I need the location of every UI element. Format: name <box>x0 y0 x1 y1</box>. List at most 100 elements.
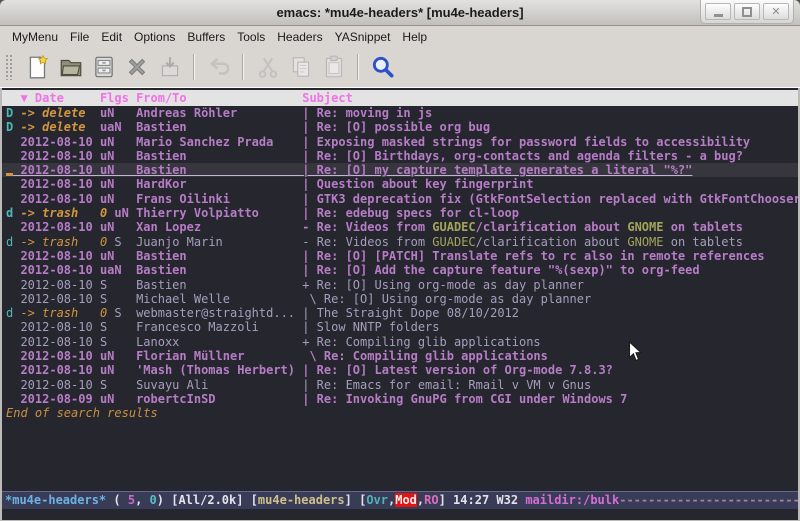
seg-from: robertcInSD <box>136 392 302 406</box>
message-row[interactable]: d -> trash 0 S Juanjo Marin - Re: Videos… <box>2 235 798 249</box>
seg-subj: | Re: [O] Latest version of Org-mode 7.8… <box>302 363 613 377</box>
message-row[interactable]: 2012-08-09 uN robertcInSD | Re: Invoking… <box>2 392 798 406</box>
menu-yasnippet[interactable]: YASnippet <box>329 28 397 46</box>
message-row[interactable]: 2012-08-10 uN Frans Oilinki | GTK3 depre… <box>2 192 798 206</box>
close-button[interactable] <box>763 3 789 20</box>
seg-mark: d <box>6 235 20 249</box>
seg-mark <box>6 292 20 306</box>
seg-from: Bastien <box>136 120 302 134</box>
seg-subj: | Re: [O] Add the capture feature "%(sex… <box>302 263 699 277</box>
seg-hdr: ▼ Date <box>20 91 99 105</box>
toolbar-separator <box>193 54 195 80</box>
new-file-icon[interactable] <box>22 52 53 83</box>
seg-action: -> trash <box>20 235 99 249</box>
seg-subj: | Question about key fingerprint <box>302 177 533 191</box>
seg-teal: Ovr <box>366 493 388 507</box>
message-row[interactable]: d -> trash 0 uN Thierry Volpiatto | Re: … <box>2 206 798 220</box>
maximize-button[interactable] <box>734 3 760 20</box>
emacs-frame: ▼ Date Flgs From/To Subject D -> delete … <box>0 88 800 521</box>
seg-mark <box>6 378 20 392</box>
seg-flags: uN <box>100 363 136 377</box>
echo-area[interactable] <box>2 509 798 520</box>
message-row[interactable]: D -> delete uN Andreas Röhler | Re: movi… <box>2 106 798 120</box>
seg-date: 2012-08-10 <box>20 378 99 392</box>
save-buffer-icon[interactable] <box>88 52 119 83</box>
message-row[interactable]: 2012-08-10 uN Bastien | Re: [O] Birthday… <box>2 149 798 163</box>
seg-flags: uN <box>100 106 136 120</box>
seg-subj: + Re: Compiling glib applications <box>302 335 540 349</box>
seg-date: 2012-08-10 <box>20 220 99 234</box>
seg-subj: | Slow NNTP folders <box>302 320 439 334</box>
message-row[interactable]: D -> delete uaN Bastien | Re: [O] possib… <box>2 120 798 134</box>
modeline: *mu4e-headers* ( 5, 0) [All/2.0k] [mu4e-… <box>2 491 798 509</box>
seg-date: 2012-08-10 <box>20 292 99 306</box>
seg-from: HardKor <box>136 177 302 191</box>
titlebar[interactable]: emacs: *mu4e-headers* [mu4e-headers] <box>0 0 800 26</box>
message-row[interactable]: 2012-08-10 uN Bastien | Re: [O] [PATCH] … <box>2 249 798 263</box>
seg-mark <box>6 392 20 406</box>
message-row[interactable]: 2012-08-10 S Francesco Mazzoli | Slow NN… <box>2 320 798 334</box>
toolbar-grip-handle[interactable] <box>5 54 14 80</box>
menu-buffers[interactable]: Buffers <box>181 28 231 46</box>
message-row[interactable]: 2012-08-10 uN 'Mash (Thomas Herbert) | R… <box>2 363 798 377</box>
seg-action: -> trash <box>20 306 99 320</box>
message-row-current[interactable]: 2012-08-10 uN Bastien | Re: [O] my captu… <box>2 163 798 177</box>
seg-action: 0 <box>100 235 114 249</box>
seg-from: Mario Sanchez Prada <box>136 135 302 149</box>
seg-mark <box>6 278 20 292</box>
seg-maildir: maildir:/bulk <box>525 493 619 507</box>
seg-flags: S <box>100 278 136 292</box>
toolbar-separator <box>357 54 359 80</box>
open-folder-icon[interactable] <box>55 52 86 83</box>
emacs-window: emacs: *mu4e-headers* [mu4e-headers] MyM… <box>0 0 800 521</box>
seg-subj: | Re: Invoking GnuPG from CGI under Wind… <box>302 392 627 406</box>
menu-mymenu[interactable]: MyMenu <box>6 28 64 46</box>
message-row[interactable]: 2012-08-10 uN Xan Lopez - Re: Videos fro… <box>2 220 798 234</box>
seg-subj: | Re: Emacs for email: Rmail v VM v Gnus <box>302 378 591 392</box>
menu-options[interactable]: Options <box>128 28 181 46</box>
seg-date: 2012-08-10 <box>20 363 99 377</box>
end-of-results-text: End of search results <box>2 406 798 421</box>
menu-file[interactable]: File <box>64 28 95 46</box>
message-row[interactable]: 2012-08-10 uN Florian Müllner \ Re: Comp… <box>2 349 798 363</box>
seg-flags: uN <box>100 392 136 406</box>
message-row[interactable]: 2012-08-10 S Michael Welle \ Re: [O] Usi… <box>2 292 798 306</box>
seg-subj: | Re: [O] [PATCH] Translate refs to rc a… <box>302 249 764 263</box>
seg-flags: S <box>100 320 136 334</box>
message-row[interactable]: 2012-08-10 S Suvayu Ali | Re: Emacs for … <box>2 378 798 392</box>
seg-from: 'Mash (Thomas Herbert) <box>136 363 302 377</box>
seg-flags: uaN <box>100 263 136 277</box>
menu-edit[interactable]: Edit <box>95 28 128 46</box>
seg-date: 2012-08-10 <box>20 177 99 191</box>
seg-hdr: Flgs <box>100 91 136 105</box>
seg-mark <box>6 335 20 349</box>
seg-subj: /clarification about <box>476 220 628 234</box>
seg-from: Andreas Röhler <box>136 106 302 120</box>
seg-date: 2012-08-10 <box>20 249 99 263</box>
seg-mark: D <box>6 106 20 120</box>
message-row[interactable]: 2012-08-10 uN HardKor | Question about k… <box>2 177 798 191</box>
message-row[interactable]: d -> trash 0 S webmaster@straightd... | … <box>2 306 798 320</box>
menu-headers[interactable]: Headers <box>271 28 328 46</box>
mouse-cursor-icon <box>628 341 644 363</box>
menu-help[interactable]: Help <box>396 28 433 46</box>
search-icon[interactable] <box>367 52 398 83</box>
seg-hl: GNOME <box>627 235 663 249</box>
seg-subj: - Re: Videos from <box>302 235 432 249</box>
seg-from: Suvayu Ali <box>136 378 302 392</box>
seg-white: ] [ <box>345 493 367 507</box>
message-row[interactable]: 2012-08-10 S Lanoxx + Re: Compiling glib… <box>2 335 798 349</box>
message-row[interactable]: 2012-08-10 S Bastien + Re: [O] Using org… <box>2 278 798 292</box>
minimize-button[interactable] <box>705 3 731 20</box>
message-row[interactable]: 2012-08-10 uaN Bastien | Re: [O] Add the… <box>2 263 798 277</box>
seg-subj: /clarification about <box>476 235 628 249</box>
seg-flags: uN <box>100 349 136 363</box>
toolbar-separator <box>242 54 244 80</box>
seg-pink: RO <box>424 493 438 507</box>
seg-flags: uN <box>114 206 136 220</box>
close-buffer-icon[interactable] <box>121 52 152 83</box>
menu-tools[interactable]: Tools <box>231 28 271 46</box>
seg-subj: | Re: [O] Birthdays, org-contacts and ag… <box>302 149 743 163</box>
seg-action: -> delete <box>20 106 99 120</box>
message-row[interactable]: 2012-08-10 uN Mario Sanchez Prada | Expo… <box>2 135 798 149</box>
